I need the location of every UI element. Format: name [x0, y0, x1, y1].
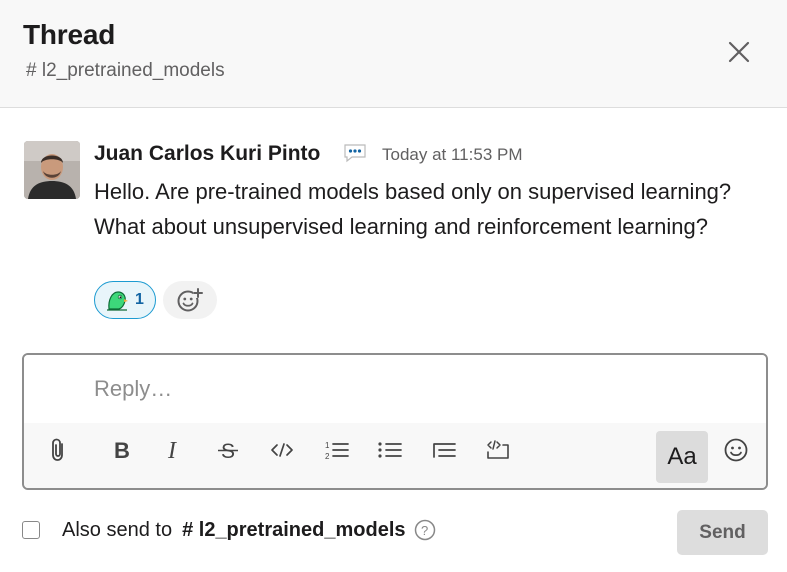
ordered-list-icon: 1 2 — [325, 441, 349, 461]
attach-icon — [52, 438, 63, 461]
ordered-list-button[interactable]: 1 2 — [319, 432, 355, 468]
blockquote-button[interactable] — [426, 432, 462, 468]
bold-icon: B — [114, 439, 130, 461]
formatting-toolbar: B I S 1 2 Aa — [24, 423, 766, 488]
italic-icon: I — [167, 439, 177, 461]
blockquote-icon — [433, 443, 456, 458]
thread-header: Thread # l2_pretrained_models — [0, 0, 787, 108]
thread-title: Thread — [23, 19, 116, 50]
strikethrough-button[interactable]: S — [210, 432, 246, 468]
svg-text:1: 1 — [325, 441, 330, 450]
thread-channel-name[interactable]: # l2_pretrained_models — [26, 60, 225, 82]
send-button[interactable]: Send — [677, 510, 768, 555]
also-send-channel: # l2_pretrained_models — [182, 518, 406, 541]
code-icon — [271, 443, 293, 457]
svg-text:B: B — [114, 439, 130, 461]
emoji-icon — [724, 438, 748, 462]
add-emoji-icon — [177, 288, 203, 312]
also-send-checkbox[interactable] — [22, 521, 40, 539]
svg-text:?: ? — [421, 523, 428, 538]
strikethrough-icon: S — [218, 440, 238, 461]
help-icon[interactable]: ? — [414, 519, 436, 541]
italic-button[interactable]: I — [156, 432, 192, 468]
bulleted-list-button[interactable] — [372, 432, 408, 468]
code-block-button[interactable] — [480, 432, 516, 468]
avatar[interactable] — [24, 141, 80, 199]
reply-composer: B I S 1 2 — [22, 353, 768, 490]
message-author[interactable]: Juan Carlos Kuri Pinto — [94, 142, 320, 166]
message-body: Hello. Are pre-trained models based only… — [94, 179, 732, 239]
bulleted-list-icon — [378, 442, 402, 458]
reaction-count: 1 — [135, 291, 144, 308]
code-button[interactable] — [264, 432, 300, 468]
speech-bubble-icon — [344, 144, 366, 163]
close-icon — [728, 41, 750, 63]
svg-text:2: 2 — [325, 452, 330, 461]
message-timestamp[interactable]: Today at 11:53 PM — [382, 145, 523, 165]
emoji-button[interactable] — [718, 432, 754, 468]
reply-input[interactable] — [24, 355, 766, 423]
thread-message: Juan Carlos Kuri Pinto Today at 11:53 PM… — [0, 108, 787, 328]
also-send-option: Also send to # l2_pretrained_models ? — [22, 510, 582, 550]
close-button[interactable] — [718, 31, 760, 73]
bold-button[interactable]: B — [104, 432, 140, 468]
svg-text:I: I — [167, 439, 177, 461]
attach-button[interactable] — [40, 432, 76, 468]
also-send-label[interactable]: Also send to — [62, 519, 172, 542]
code-block-icon — [487, 440, 509, 459]
add-reaction-button[interactable] — [163, 281, 217, 319]
parrot-emoji-icon — [107, 291, 128, 311]
formatting-toggle-button[interactable]: Aa — [656, 431, 708, 483]
emoji-reaction[interactable]: 1 — [94, 281, 156, 319]
